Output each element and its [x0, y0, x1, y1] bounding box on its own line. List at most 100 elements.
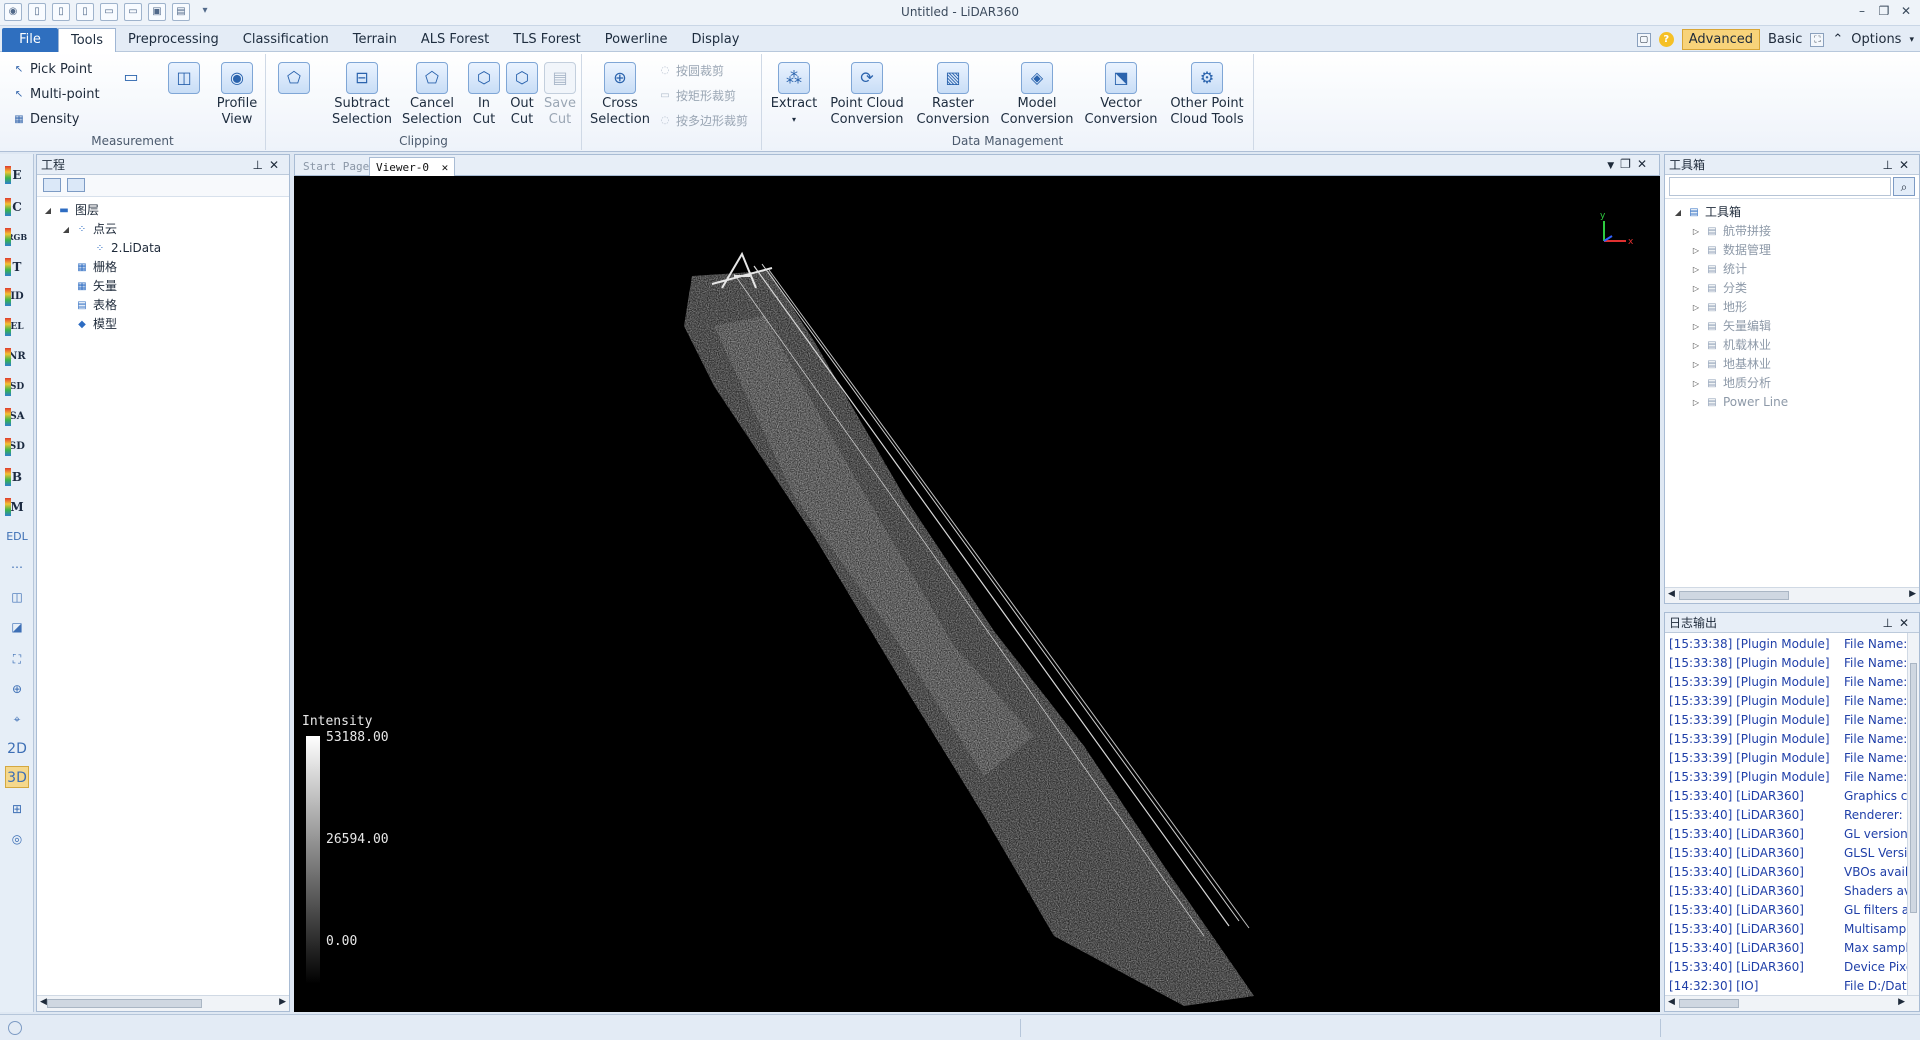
other-point-cloud-tools-button[interactable]: ⚙ Other Point Cloud Tools	[1164, 60, 1250, 128]
expand-arrow-icon[interactable]: ◢	[1673, 203, 1683, 222]
save-cut-button[interactable]: ▤ Save Cut	[542, 60, 578, 128]
expand-arrow-icon[interactable]: ▷	[1691, 241, 1701, 260]
add-layer-icon[interactable]	[43, 178, 61, 192]
scroll-left-icon[interactable]: ◀	[40, 997, 47, 1007]
elevation-color-button[interactable]: E	[5, 164, 29, 186]
toolbox-search-input[interactable]	[1669, 177, 1891, 196]
scrollbar-thumb[interactable]	[1679, 591, 1789, 600]
project-tree-node[interactable]: ▦ 栅格	[37, 258, 289, 277]
sa-color-button[interactable]: SA	[5, 406, 29, 428]
scrollbar-thumb[interactable]	[1679, 999, 1739, 1008]
expand-arrow-icon[interactable]: ▷	[1691, 298, 1701, 317]
help-icon[interactable]: ?	[1658, 32, 1674, 47]
tab-start-page[interactable]: Start Page	[297, 157, 375, 176]
vector-conversion-button[interactable]: ⬔ Vector Conversion	[1080, 60, 1162, 128]
rect-clip-button[interactable]: ▭ 按矩形裁剪	[658, 87, 736, 104]
line-style-icon[interactable]: ⋯	[5, 556, 29, 578]
bounding-box-button[interactable]: ◫	[162, 60, 206, 96]
pin-icon[interactable]: ⊥	[1882, 616, 1898, 630]
close-viewer-icon[interactable]: ✕	[1637, 157, 1653, 171]
view-3d-button[interactable]: 3D	[5, 766, 29, 788]
scrollbar-thumb[interactable]	[47, 999, 202, 1008]
polygon-clip-button[interactable]: ◌ 按多边形裁剪	[658, 112, 748, 129]
scroll-right-icon[interactable]: ▶	[279, 997, 286, 1007]
zoom-extent-icon[interactable]: ⛶	[5, 648, 29, 670]
model-conversion-button[interactable]: ◈ Model Conversion	[996, 60, 1078, 128]
sd-color-button[interactable]: SD	[5, 436, 29, 458]
close-icon[interactable]: ✕	[269, 158, 285, 172]
advanced-mode-button[interactable]: Advanced	[1681, 29, 1760, 50]
project-horizontal-scrollbar[interactable]: ◀ ▶	[37, 995, 289, 1011]
project-tree-node[interactable]: ◢ ▬ 图层	[37, 201, 289, 220]
toolbox-item[interactable]: ▷ ▤ 航带拼接	[1665, 222, 1919, 241]
rgb-color-button[interactable]: RGB	[5, 226, 29, 248]
camera-icon[interactable]: ◎	[5, 828, 29, 850]
class-color-button[interactable]: C	[5, 196, 29, 218]
scroll-left-icon[interactable]: ◀	[1668, 589, 1675, 599]
cross-selection-button[interactable]: ⊕ Cross Selection	[588, 60, 652, 128]
raster-conversion-button[interactable]: ▧ Raster Conversion	[912, 60, 994, 128]
profile-view-button[interactable]: ◉ Profile View	[212, 60, 262, 128]
layout-icon[interactable]: ▢	[1636, 32, 1651, 47]
multi-point-button[interactable]: ↖ Multi-point	[12, 87, 100, 102]
expand-arrow-icon[interactable]: ▷	[1691, 279, 1701, 298]
expand-arrow-icon[interactable]: ▷	[1691, 355, 1701, 374]
tab-powerline[interactable]: Powerline	[593, 28, 680, 53]
expand-arrow-icon[interactable]: ▷	[1691, 260, 1701, 279]
tab-display[interactable]: Display	[679, 28, 751, 53]
options-button[interactable]: Options	[1851, 32, 1901, 47]
toolbox-item[interactable]: ▷ ▤ 统计	[1665, 260, 1919, 279]
subtract-selection-button[interactable]: ⊟ Subtract Selection	[330, 60, 394, 128]
pick-point-button[interactable]: ↖ Pick Point	[12, 62, 92, 77]
project-tree-node[interactable]: ⁘ 2.LiData	[37, 239, 289, 258]
polygon-select-button[interactable]: ⬠	[274, 60, 314, 96]
tab-viewer-0[interactable]: Viewer-0 ✕	[369, 157, 456, 176]
scrollbar-thumb[interactable]	[1910, 663, 1917, 913]
tab-als-forest[interactable]: ALS Forest	[409, 28, 501, 53]
tab-preprocessing[interactable]: Preprocessing	[116, 28, 231, 53]
toolbox-horizontal-scrollbar[interactable]: ◀ ▶	[1665, 587, 1919, 603]
toolbox-item[interactable]: ▷ ▤ 地基林业	[1665, 355, 1919, 374]
nr-color-button[interactable]: NR	[5, 346, 29, 368]
float-window-icon[interactable]: ❐	[1620, 157, 1637, 171]
restore-icon[interactable]: ❐	[1876, 3, 1892, 19]
expand-arrow-icon[interactable]: ◢	[61, 220, 71, 239]
toolbox-item[interactable]: ▷ ▤ 分类	[1665, 279, 1919, 298]
m-color-button[interactable]: M	[5, 496, 29, 518]
tab-classification[interactable]: Classification	[231, 28, 341, 53]
close-icon[interactable]: ✕	[1899, 616, 1915, 630]
basic-mode-button[interactable]: Basic	[1768, 32, 1802, 47]
close-icon[interactable]: ✕	[1899, 158, 1915, 172]
search-icon[interactable]: ⌕	[1893, 177, 1915, 196]
scroll-left-icon[interactable]: ◀	[1668, 997, 1675, 1007]
tab-list-dropdown-icon[interactable]: ▼	[1607, 161, 1620, 171]
minimize-icon[interactable]: –	[1854, 3, 1870, 19]
tab-tls-forest[interactable]: TLS Forest	[501, 28, 592, 53]
view-side-icon[interactable]: ◪	[5, 616, 29, 638]
id-color-button[interactable]: ID	[5, 286, 29, 308]
circle-clip-button[interactable]: ◌ 按圆裁剪	[658, 62, 724, 79]
close-icon[interactable]: ✕	[1898, 3, 1914, 19]
toolbox-item[interactable]: ▷ ▤ 地质分析	[1665, 374, 1919, 393]
b-color-button[interactable]: B	[5, 466, 29, 488]
tab-terrain[interactable]: Terrain	[341, 28, 409, 53]
expand-arrow-icon[interactable]: ▷	[1691, 393, 1701, 412]
point-cloud-viewer[interactable]: y x Intensity 53188.00 26594.00 0.00	[294, 176, 1660, 1012]
toolbox-item[interactable]: ▷ ▤ 矢量编辑	[1665, 317, 1919, 336]
expand-arrow-icon[interactable]: ▷	[1691, 336, 1701, 355]
edl-button[interactable]: EDL	[5, 526, 29, 548]
expand-arrow-icon[interactable]: ◢	[43, 201, 53, 220]
fullscreen-icon[interactable]: ⛶	[1810, 32, 1825, 47]
options-dropdown-icon[interactable]: ▾	[1909, 35, 1914, 45]
expand-arrow-icon[interactable]: ▷	[1691, 222, 1701, 241]
rotate-center-icon[interactable]: ⊕	[5, 678, 29, 700]
toolbox-root[interactable]: ◢ ▤ 工具箱	[1665, 203, 1919, 222]
toolbox-item[interactable]: ▷ ▤ 地形	[1665, 298, 1919, 317]
sid-color-button[interactable]: SD	[5, 376, 29, 398]
scroll-right-icon[interactable]: ▶	[1909, 589, 1916, 599]
in-cut-button[interactable]: ⬡ In Cut	[466, 60, 502, 128]
expand-arrow-icon[interactable]: ▷	[1691, 374, 1701, 393]
project-tree-node[interactable]: ▤ 表格	[37, 296, 289, 315]
tab-file[interactable]: File	[2, 28, 58, 53]
view-2d-button[interactable]: 2D	[5, 738, 29, 760]
